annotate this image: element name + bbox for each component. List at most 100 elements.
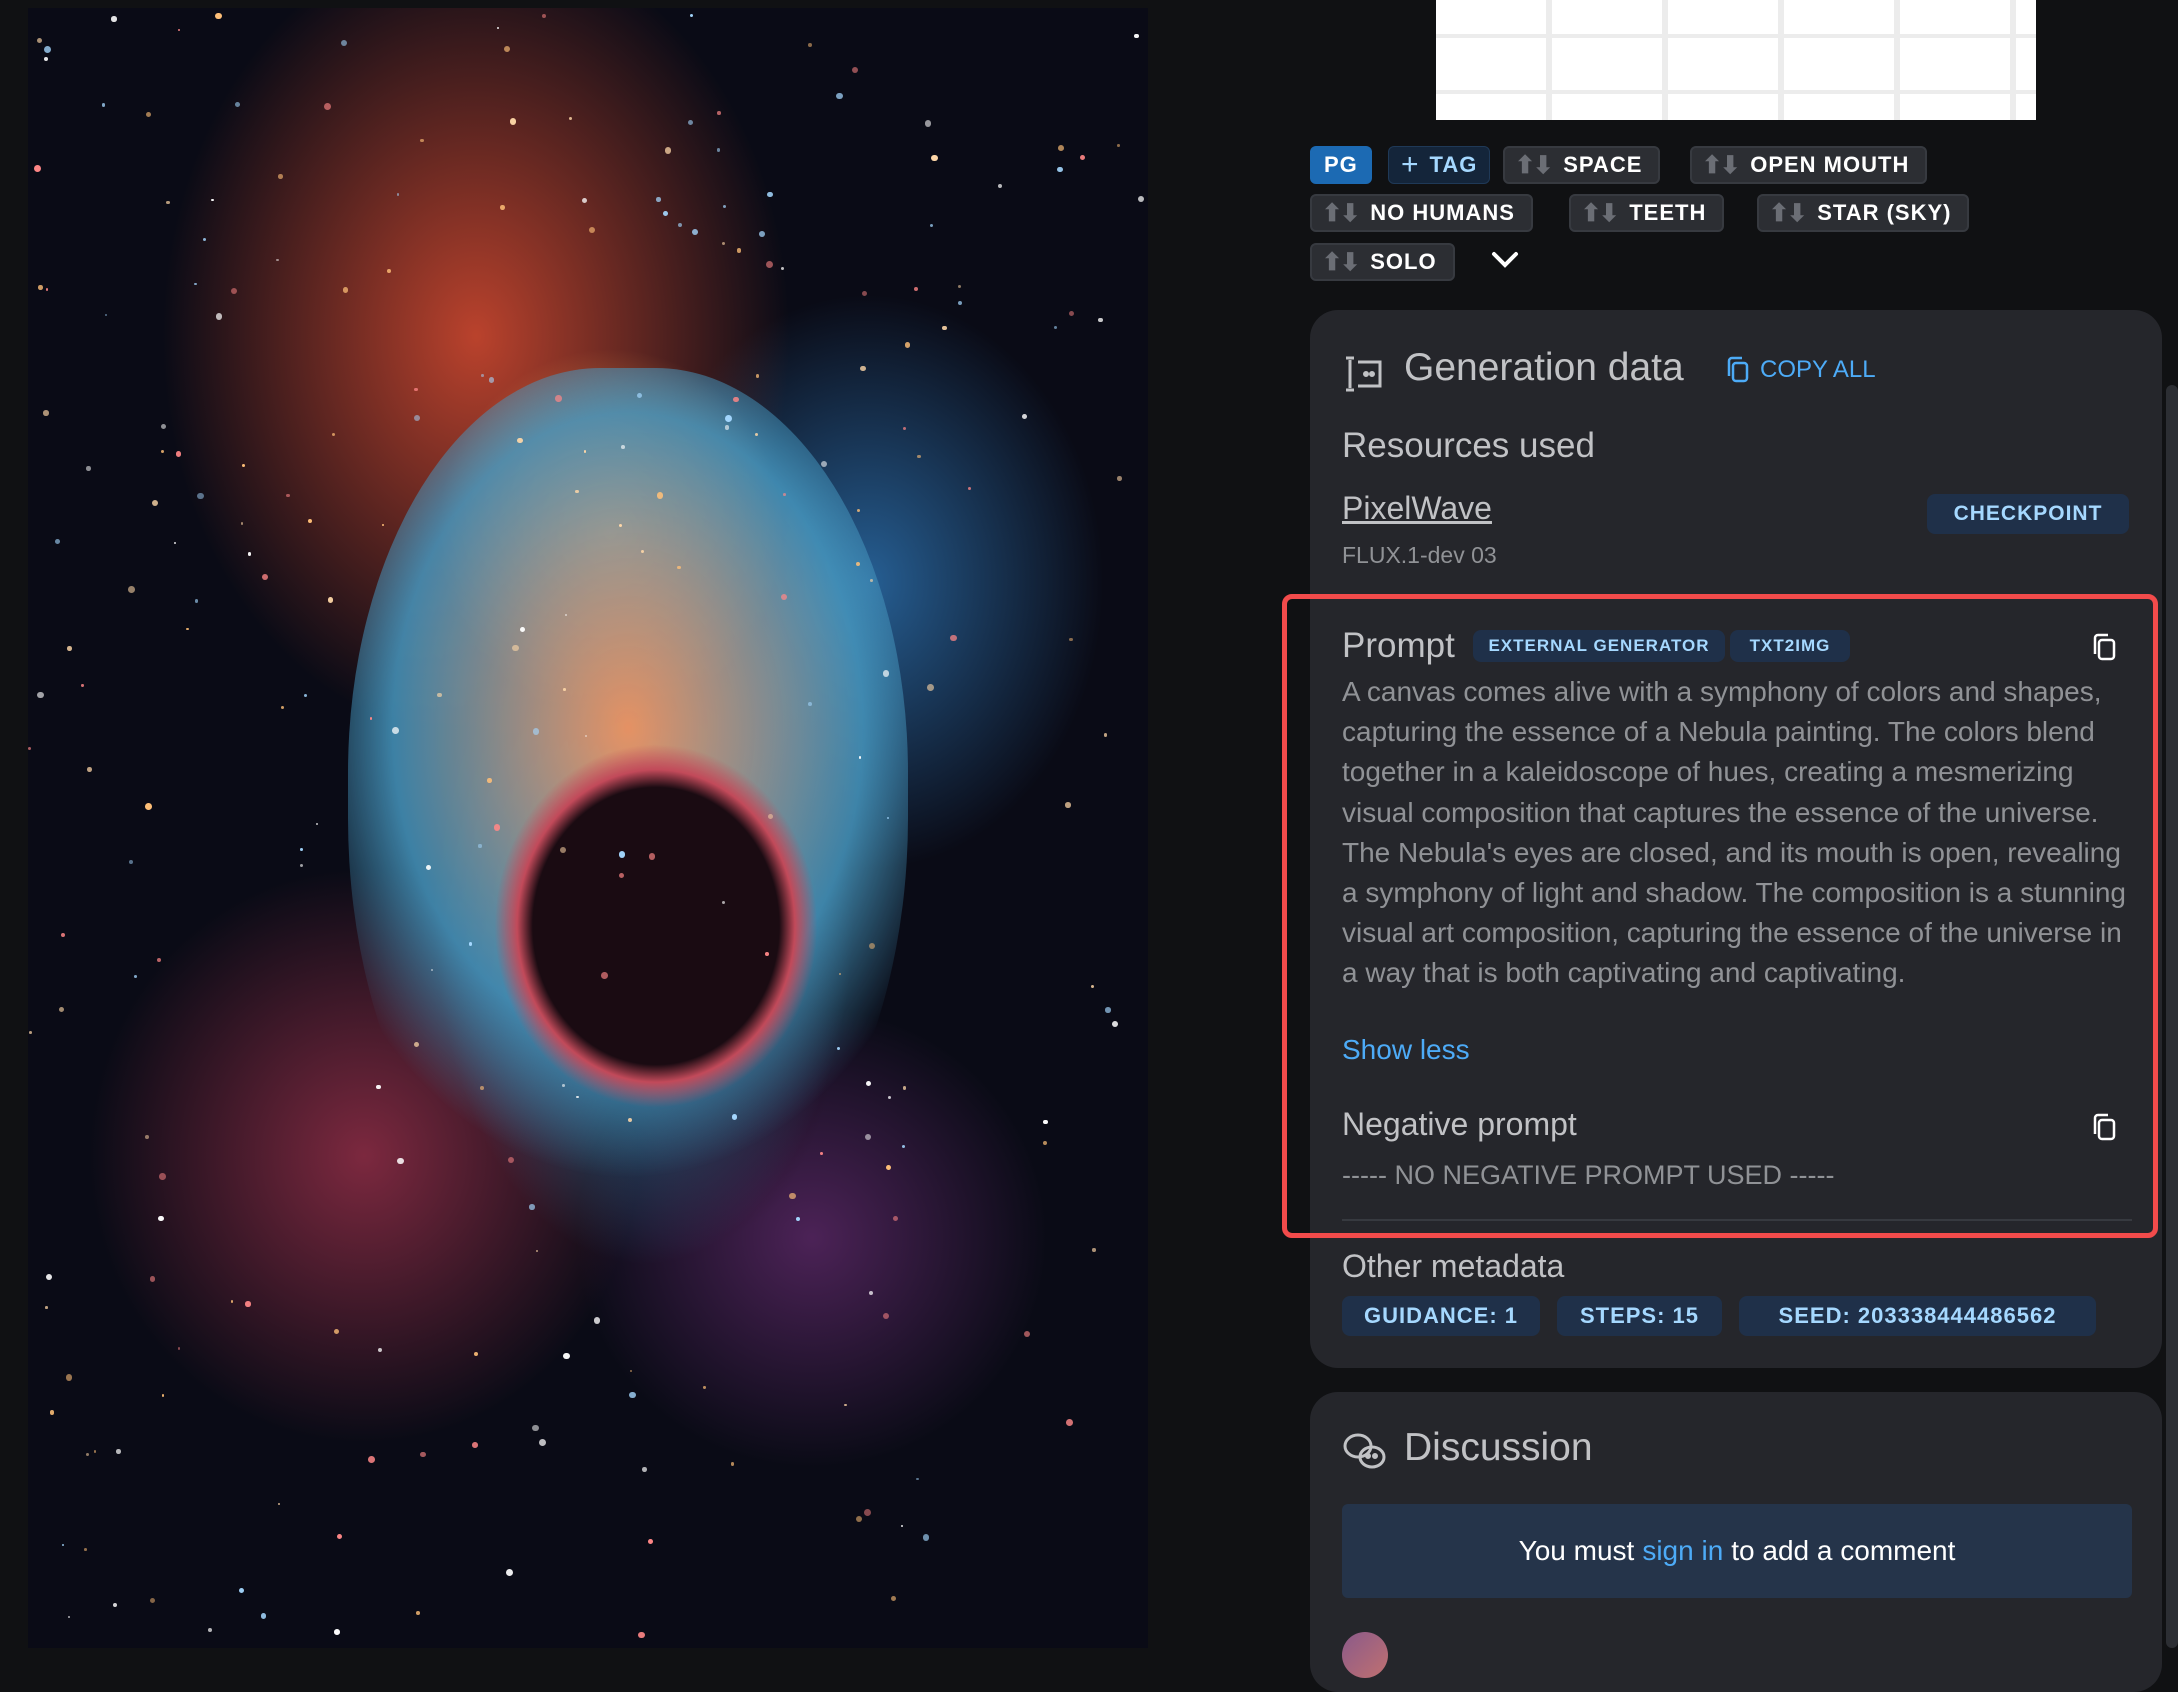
star-dot [149,1276,156,1282]
star-dot [478,844,482,848]
generated-image[interactable] [28,8,1148,1648]
star-dot [285,493,290,498]
star-dot [493,824,500,831]
thumbnail-preview[interactable] [1436,0,2036,120]
negative-prompt-title: Negative prompt [1342,1106,1577,1142]
comment-avatar[interactable] [1342,1632,1388,1678]
star-dot [420,138,424,143]
star-dot [836,92,843,100]
chevron-down-icon[interactable] [1490,246,1520,277]
vote-arrows-icon[interactable]: ⬆⬇ [1322,199,1360,228]
star-dot [129,860,134,865]
star-dot [487,778,492,783]
vote-arrows-icon[interactable]: ⬆⬇ [1515,151,1553,180]
star-dot [855,561,860,567]
star-dot [869,578,873,582]
tag-space[interactable]: ⬆⬇ SPACE [1503,146,1661,184]
star-dot [851,67,858,74]
star-dot [780,267,784,271]
copy-prompt-icon[interactable] [2092,632,2118,662]
star-dot [866,1081,872,1087]
other-metadata-title: Other metadata [1342,1248,1565,1284]
star-dot [1022,413,1027,419]
star-dot [535,1249,539,1253]
star-dot [924,120,932,127]
tag-star-sky[interactable]: ⬆⬇ STAR (SKY) [1757,194,1970,232]
star-dot [755,374,760,378]
vote-arrows-icon[interactable]: ⬆⬇ [1702,151,1740,180]
copy-negative-icon[interactable] [2092,1112,2118,1142]
star-dot [913,286,918,291]
star-dot [336,1533,343,1540]
tag-solo[interactable]: ⬆⬇ SOLO [1310,243,1455,281]
star-dot [950,634,957,642]
star-dot [231,287,238,294]
star-dot [796,1217,801,1222]
star-dot [789,1192,796,1200]
metadata-steps: STEPS: 15 [1557,1296,1722,1336]
star-dot [677,222,683,228]
star-dot [926,683,934,691]
show-less-link[interactable]: Show less [1342,1034,1470,1066]
star-dot [211,198,214,202]
star-dot [725,414,733,422]
star-dot [904,342,911,348]
star-dot [194,282,198,286]
star-dot [1023,1331,1030,1338]
sign-in-link[interactable]: sign in [1642,1535,1723,1567]
star-dot [887,1095,891,1099]
star-dot [958,284,962,288]
scrollbar[interactable] [2166,385,2178,1648]
resource-version: FLUX.1-dev 03 [1342,542,1497,568]
star-dot [230,1300,234,1304]
star-dot [149,1597,156,1604]
star-dot [1079,154,1086,160]
star-dot [277,1503,281,1506]
star-dot [1103,733,1108,737]
copy-all-button[interactable]: COPY ALL [1726,356,1876,384]
resource-link[interactable]: PixelWave [1342,490,1492,527]
star-dot [45,1274,52,1281]
star-dot [160,450,164,454]
star-dot [202,237,207,242]
star-dot [722,204,726,208]
star-dot [868,1291,873,1296]
star-dot [716,148,721,153]
star-dot [656,197,661,202]
copy-icon [1727,356,1749,383]
star-dot [303,694,307,698]
tag-no-humans[interactable]: ⬆⬇ NO HUMANS [1310,194,1533,232]
generation-data-title: Generation data [1404,346,1684,389]
star-dot [648,853,656,860]
vote-arrows-icon[interactable]: ⬆⬇ [1581,199,1619,228]
star-dot [563,688,566,691]
vote-arrows-icon[interactable]: ⬆⬇ [1322,248,1360,277]
star-dot [843,1403,847,1407]
star-dot [416,1610,421,1615]
star-dot [145,1135,150,1139]
star-dot [856,508,860,513]
star-dot [593,1317,600,1324]
star-dot [33,165,41,173]
star-dot [1105,1007,1111,1013]
star-dot [901,1144,905,1148]
star-dot [61,1543,65,1547]
star-dot [820,461,827,468]
negative-prompt-text: ----- NO NEGATIVE PROMPT USED ----- [1342,1160,1835,1190]
rating-badge[interactable]: PG [1310,146,1372,184]
tag-open-mouth[interactable]: ⬆⬇ OPEN MOUTH [1690,146,1928,184]
star-dot [689,13,694,17]
star-dot [161,423,167,429]
metadata-guidance: GUIDANCE: 1 [1342,1296,1540,1336]
star-dot [883,1313,890,1320]
star-dot [886,1164,892,1170]
star-dot [115,1449,121,1454]
star-dot [208,1628,213,1633]
vote-arrows-icon[interactable]: ⬆⬇ [1769,199,1807,228]
star-dot [1065,802,1071,808]
add-tag-button[interactable]: + TAG [1388,146,1491,184]
generation-icon [1342,352,1386,401]
tag-teeth[interactable]: ⬆⬇ TEETH [1569,194,1725,232]
star-dot [807,702,812,707]
star-dot [1068,637,1073,642]
